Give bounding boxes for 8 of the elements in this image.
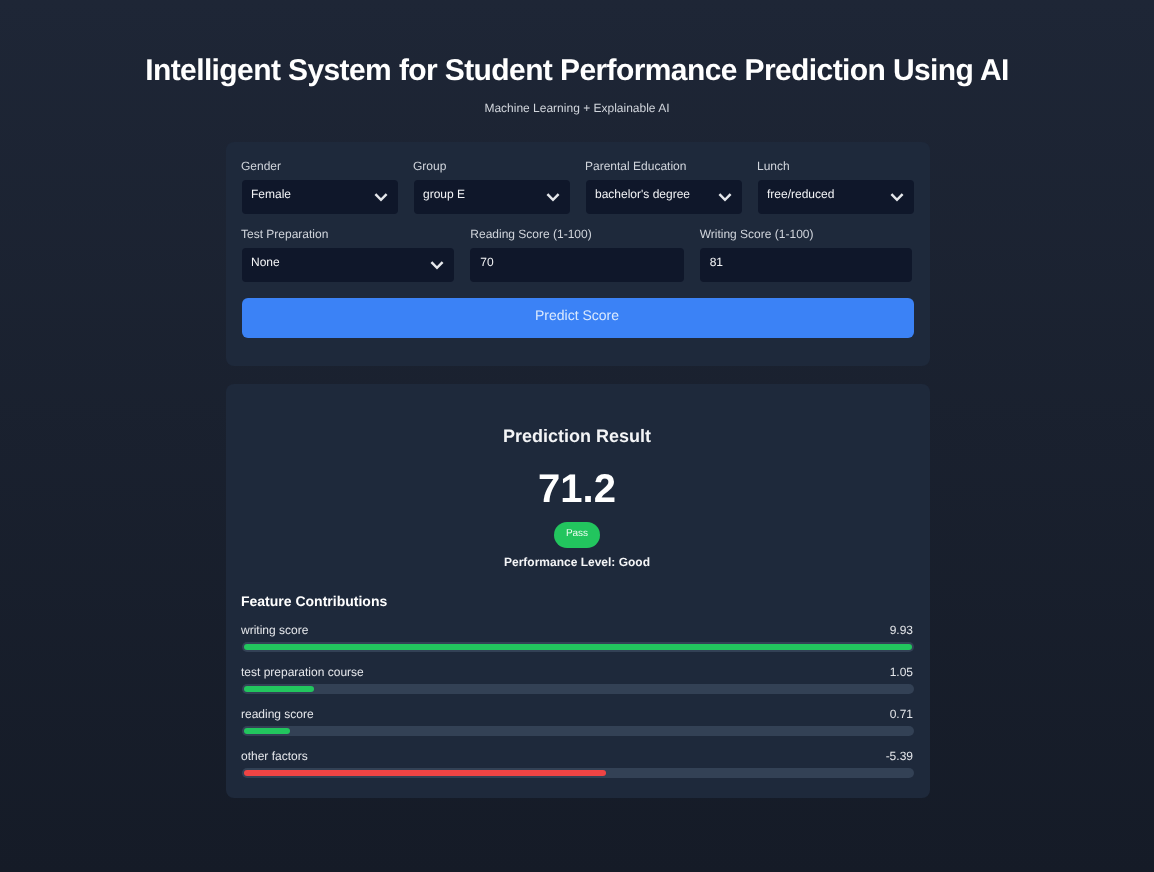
chevron-down-icon: [889, 192, 903, 202]
page-title: Intelligent System for Student Performance Prediction Using AI: [145, 56, 1009, 86]
chevron-down-icon: [717, 192, 731, 202]
predicted-score: 71.2: [538, 470, 616, 510]
chevron-down-icon: [545, 192, 559, 202]
chevron-down-icon: [373, 192, 387, 202]
chevron-down-icon: [430, 260, 445, 270]
result-title: Prediction Result: [502, 428, 651, 446]
